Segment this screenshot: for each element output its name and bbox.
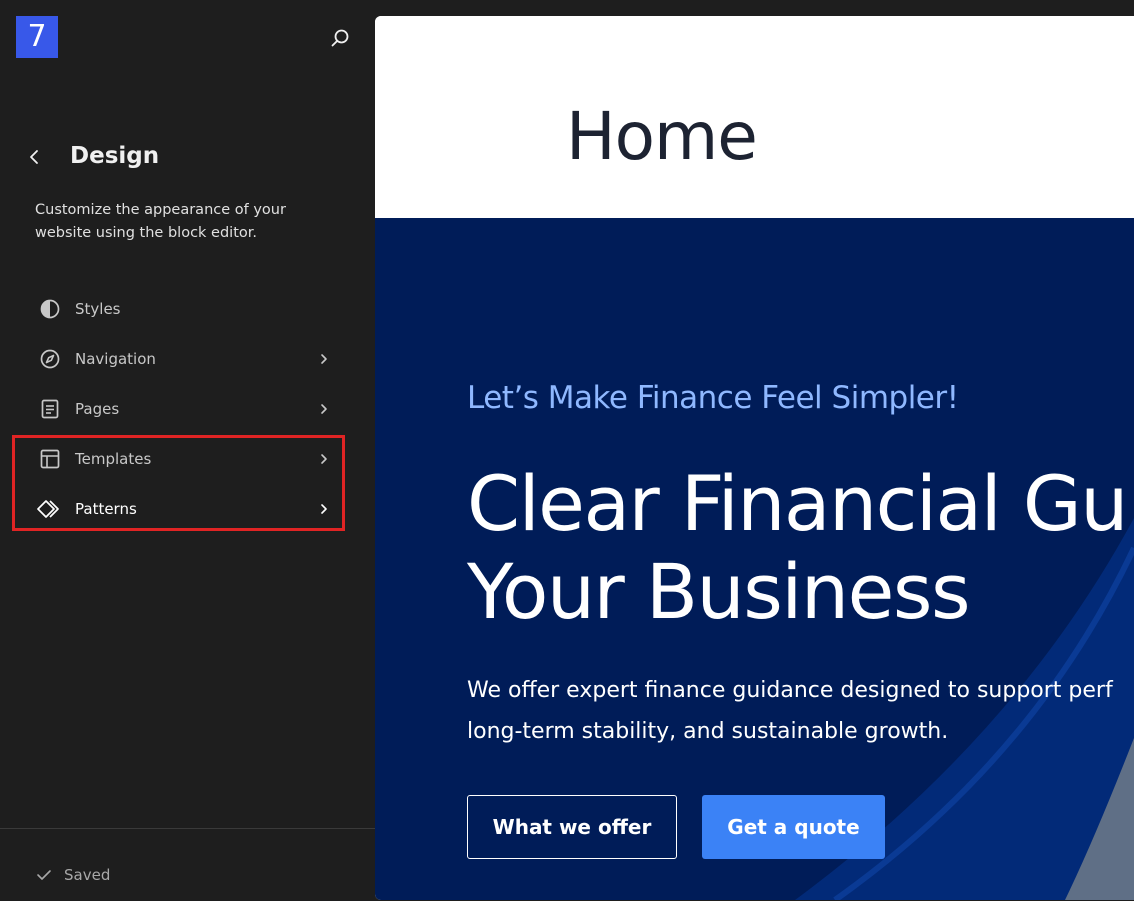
panel-description: Customize the appearance of your website… [35,202,286,241]
nav-item-styles[interactable]: Styles [24,284,344,334]
nav-item-label: Navigation [75,350,156,368]
nav-item-label: Pages [75,400,120,418]
nav-item-templates[interactable]: Templates [24,434,344,484]
save-status-label: Saved [64,866,111,884]
page-icon [37,396,63,422]
hero-headline-line: Your Business [467,547,971,636]
chevron-right-icon [316,499,332,519]
compass-icon [37,346,63,372]
nav-item-label: Patterns [75,500,137,518]
search-button[interactable] [326,24,354,52]
nav-item-patterns[interactable]: Patterns [24,484,344,534]
get-a-quote-button[interactable]: Get a quote [702,795,885,859]
nav-item-label: Templates [75,450,152,468]
nav-item-navigation[interactable]: Navigation [24,334,344,384]
sidebar: 7 Design Customize the appearance of you… [0,0,375,901]
chevron-right-icon [316,349,332,369]
layout-icon [37,446,63,472]
page-header: Home [375,16,1134,218]
back-button[interactable] [22,143,48,171]
nav-item-pages[interactable]: Pages [24,384,344,434]
chevron-right-icon [316,449,332,469]
hero-tagline: Let’s Make Finance Feel Simpler! [467,380,959,416]
sidebar-footer: Saved [0,828,375,901]
symbol-icon [37,496,63,522]
what-we-offer-button[interactable]: What we offer [467,795,677,859]
hero-description-line: We offer expert finance guidance designe… [467,678,1113,703]
nav-item-label: Styles [75,300,121,318]
hero-section: Let’s Make Finance Feel Simpler! Clear F… [375,218,1134,900]
chevron-right-icon [316,399,332,419]
chevron-left-icon [30,150,38,164]
hero-headline-line: Clear Financial Gui [467,459,1134,548]
hero-description-line: long-term stability, and sustainable gro… [467,719,949,744]
save-status: Saved [36,866,110,884]
check-icon [37,870,51,880]
site-logo[interactable]: 7 [16,16,58,58]
hero-headline: Clear Financial Gui Your Business [467,460,1134,636]
styles-icon [37,296,63,322]
site-preview-canvas[interactable]: Home Let’s Make Finance Feel Simpler! Cl… [375,16,1134,900]
page-title: Home [566,98,758,175]
hero-description: We offer expert finance guidance designe… [467,670,1113,752]
design-navigation: Styles Navigation Pages Templates Patter… [24,284,344,534]
search-icon [331,29,349,47]
panel-title: Design [70,143,160,169]
